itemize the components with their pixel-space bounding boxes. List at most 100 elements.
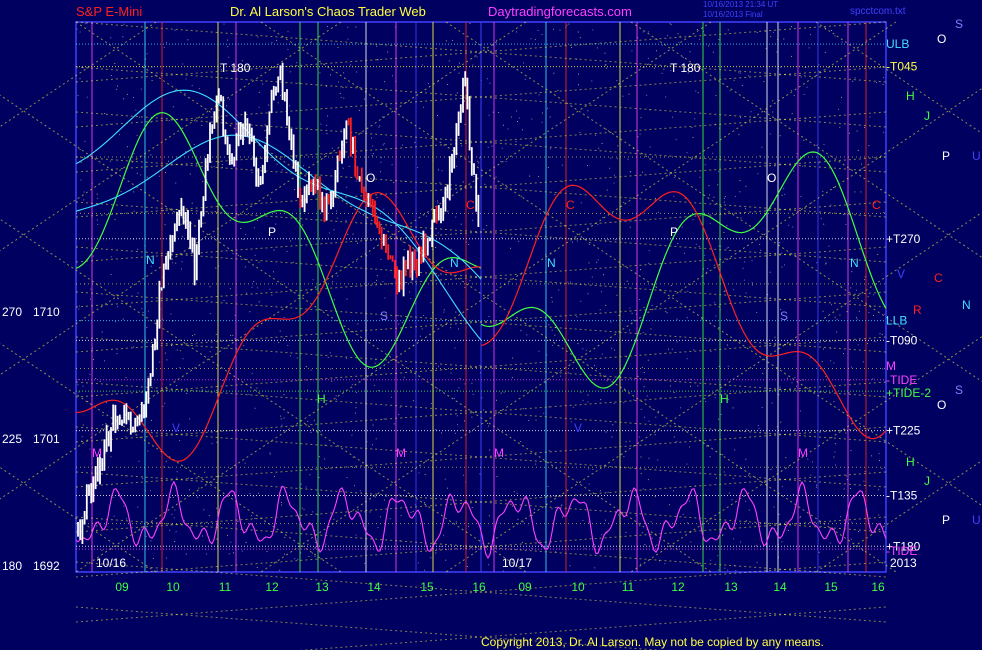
dot	[825, 262, 827, 264]
dot	[781, 486, 783, 488]
dot	[248, 394, 250, 395]
dot	[816, 262, 818, 264]
dot	[781, 194, 783, 196]
dot	[770, 36, 772, 38]
dot	[818, 551, 820, 553]
dot	[856, 130, 858, 132]
dot	[179, 367, 181, 369]
dot	[689, 500, 691, 502]
dot	[97, 223, 99, 225]
dot	[440, 546, 442, 547]
dot	[856, 318, 858, 320]
data-file-name: spcctcom.txt	[850, 6, 906, 17]
dot	[773, 345, 775, 347]
site-url: Daytradingforecasts.com	[488, 4, 632, 19]
dot	[280, 502, 282, 503]
dot	[726, 225, 728, 227]
dot	[629, 226, 631, 228]
side-letter-label: V	[897, 267, 905, 281]
side-letter-label: H	[906, 455, 915, 469]
dot	[830, 29, 832, 31]
dot	[274, 211, 276, 213]
dot	[242, 238, 244, 240]
dot	[150, 490, 151, 492]
dot	[284, 536, 286, 538]
dot	[265, 136, 267, 138]
dot	[738, 134, 740, 136]
dot	[400, 515, 402, 517]
dot	[352, 233, 354, 235]
dot	[354, 467, 356, 468]
dot	[741, 85, 743, 86]
dot	[522, 129, 523, 131]
dot	[438, 365, 439, 367]
dot	[227, 46, 229, 48]
dot	[678, 41, 680, 43]
dot	[136, 172, 138, 174]
dot	[729, 319, 731, 321]
dot	[600, 399, 602, 401]
dot	[324, 458, 326, 460]
dot	[357, 242, 358, 244]
dot	[807, 387, 809, 389]
dot	[680, 407, 682, 409]
dot	[422, 315, 424, 316]
dot	[393, 182, 395, 183]
dot	[258, 261, 260, 263]
dot	[303, 508, 305, 510]
y-axis-angle-label: 180	[2, 559, 22, 573]
dot	[213, 236, 215, 237]
dot	[358, 515, 360, 517]
dot	[816, 484, 817, 486]
dot	[340, 129, 342, 131]
dot	[686, 152, 688, 154]
dot	[570, 421, 572, 423]
dot	[533, 508, 535, 510]
symbol-title: S&P E-Mini	[76, 4, 142, 19]
dot	[709, 194, 710, 196]
dot	[623, 202, 625, 203]
dot	[641, 532, 643, 534]
dot	[791, 382, 793, 384]
dot	[164, 224, 166, 226]
dot	[418, 472, 420, 474]
dot	[251, 286, 253, 288]
dot	[534, 39, 536, 41]
dot	[215, 333, 217, 335]
right-level-label: +TIDE-2	[886, 386, 931, 400]
dot	[751, 284, 753, 286]
dot	[714, 264, 716, 266]
dot	[271, 294, 273, 296]
dot	[718, 245, 720, 247]
side-letter-label: J	[924, 109, 930, 123]
dot	[640, 563, 642, 565]
dot	[611, 436, 613, 438]
dot	[656, 50, 657, 52]
dot	[537, 30, 539, 31]
dot	[845, 475, 847, 477]
chaos-chart: 270 1710 225 1701 180 1692 09 10 11 12 13 14 15 16 09 1…	[0, 0, 982, 650]
dot	[102, 424, 104, 426]
dot	[879, 459, 880, 461]
dot	[793, 170, 795, 172]
dot	[223, 23, 225, 25]
dot	[529, 175, 530, 177]
dot	[376, 279, 378, 281]
dot	[648, 262, 650, 264]
dot	[346, 186, 348, 188]
dot	[733, 79, 735, 81]
dot	[542, 112, 543, 114]
dot	[303, 165, 305, 167]
x-axis-hour-label: 10	[571, 580, 585, 594]
dot	[496, 39, 498, 41]
dot	[808, 47, 810, 49]
dot	[403, 249, 405, 251]
dot	[380, 157, 382, 159]
dot	[104, 360, 105, 362]
dot	[692, 219, 694, 221]
dot	[810, 474, 812, 476]
dot	[283, 417, 285, 419]
dot	[629, 329, 631, 331]
dot	[112, 496, 114, 498]
planet-letter-label: H	[720, 392, 729, 406]
